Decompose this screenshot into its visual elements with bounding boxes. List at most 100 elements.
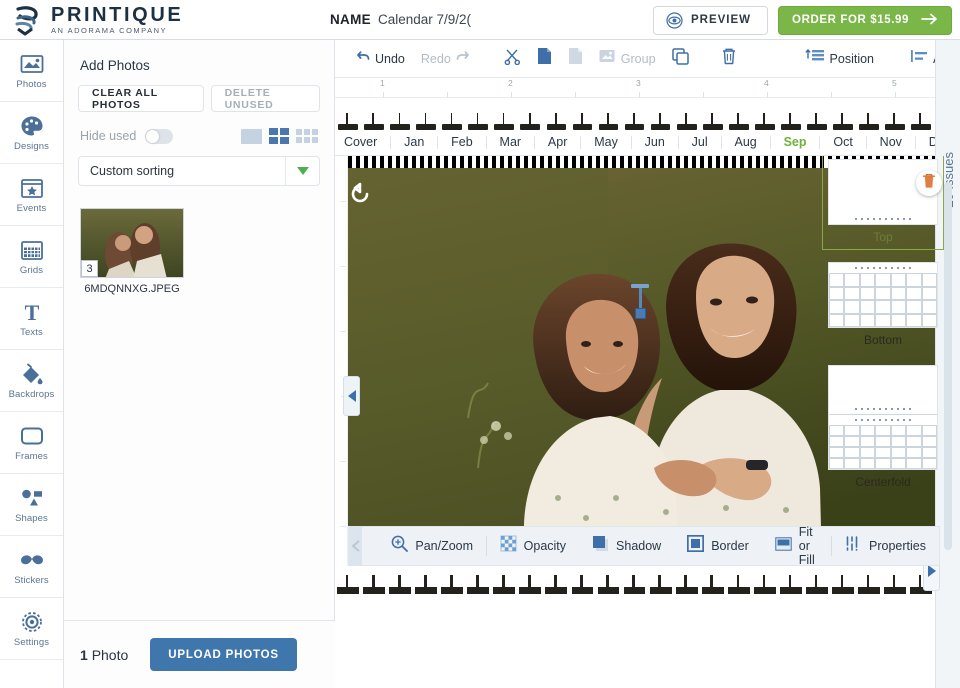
page-thumbnail[interactable] — [726, 98, 752, 130]
filmstrip-page[interactable] — [778, 566, 804, 608]
undo-button[interactable]: Undo — [347, 46, 412, 72]
page-thumbnail[interactable] — [674, 98, 700, 130]
page-thumbnail[interactable] — [569, 98, 595, 130]
tab-feb[interactable]: Feb — [446, 135, 478, 149]
previous-page-button[interactable] — [343, 376, 360, 416]
photo-thumbnail-item[interactable]: 3 6MDQNNXG.JPEG — [80, 208, 184, 295]
delete-unused-button[interactable]: DELETE UNUSED — [211, 85, 320, 112]
page-thumbnail[interactable] — [752, 98, 778, 130]
opacity-button[interactable]: Opacity — [487, 535, 579, 557]
tab-mar[interactable]: Mar — [495, 135, 527, 149]
tab-sep[interactable]: Sep — [779, 135, 812, 149]
name-value[interactable]: Calendar 7/9/2( — [378, 12, 471, 27]
delete-button[interactable] — [714, 46, 744, 72]
order-button[interactable]: ORDER FOR $15.99 — [778, 6, 952, 35]
filmstrip-page[interactable] — [491, 566, 517, 608]
delete-layout-button[interactable] — [916, 170, 942, 196]
filmstrip-page[interactable] — [361, 566, 387, 608]
sidebar-item-grids[interactable]: Grids — [0, 226, 63, 288]
filmstrip-page[interactable] — [517, 566, 543, 608]
page-thumbnail[interactable] — [543, 98, 569, 130]
copy-button[interactable] — [530, 46, 559, 72]
caret-down-icon[interactable] — [285, 157, 319, 185]
filmstrip-page[interactable] — [674, 566, 700, 608]
sidebar-item-settings[interactable]: Settings — [0, 598, 63, 660]
sidebar-item-events[interactable]: Events — [0, 164, 63, 226]
page-thumbnail[interactable] — [622, 98, 648, 130]
filmstrip-page[interactable] — [465, 566, 491, 608]
preview-button[interactable]: PREVIEW — [653, 6, 768, 35]
filmstrip-page[interactable] — [804, 566, 830, 608]
sidebar-item-stickers[interactable]: Stickers — [0, 536, 63, 598]
page-thumbnail[interactable] — [361, 98, 387, 130]
filmstrip-page[interactable] — [569, 566, 595, 608]
collapse-handle-icon[interactable] — [349, 526, 362, 566]
page-thumbnail[interactable] — [595, 98, 621, 130]
tab-apr[interactable]: Apr — [543, 135, 572, 149]
shadow-button[interactable]: Shadow — [579, 535, 674, 557]
page-thumbnail[interactable] — [335, 98, 361, 130]
brand-logo[interactable]: PRINTIQUE AN ADORAMA COMPANY — [0, 4, 320, 36]
medium-grid-icon[interactable] — [269, 128, 289, 144]
filmstrip-page[interactable] — [413, 566, 439, 608]
filmstrip-page[interactable] — [335, 566, 361, 608]
properties-button[interactable]: Properties — [832, 536, 939, 556]
page-thumbnail[interactable] — [517, 98, 543, 130]
layout-option-bottom[interactable]: Bottom — [828, 262, 938, 347]
page-thumbnail[interactable] — [804, 98, 830, 130]
filmstrip-page[interactable] — [622, 566, 648, 608]
page-thumbnail[interactable] — [700, 98, 726, 130]
clear-all-photos-button[interactable]: CLEAR ALL PHOTOS — [78, 85, 204, 112]
rotate-icon[interactable] — [348, 182, 372, 206]
page-thumbnail[interactable] — [387, 98, 413, 130]
filmstrip-page[interactable] — [726, 566, 752, 608]
tab-aug[interactable]: Aug — [730, 135, 762, 149]
fit-or-fill-button[interactable]: Fit or Fill — [762, 525, 832, 567]
tab-nov[interactable]: Nov — [875, 135, 907, 149]
project-name-field[interactable]: NAME Calendar 7/9/2( — [330, 12, 471, 27]
sidebar-item-texts[interactable]: T Texts — [0, 288, 63, 350]
group-button[interactable]: Group — [592, 46, 663, 72]
filmstrip-page[interactable] — [752, 566, 778, 608]
paste-button[interactable] — [561, 46, 590, 72]
sort-select[interactable]: Custom sorting — [78, 156, 320, 186]
filmstrip-page[interactable] — [856, 566, 882, 608]
hide-used-toggle[interactable] — [145, 129, 173, 144]
tab-jun[interactable]: Jun — [640, 135, 670, 149]
filmstrip-page[interactable] — [700, 566, 726, 608]
filmstrip-page[interactable] — [882, 566, 908, 608]
page-thumbnail[interactable] — [648, 98, 674, 130]
filmstrip-page[interactable] — [648, 566, 674, 608]
sidebar-item-photos[interactable]: Photos — [0, 40, 63, 102]
sidebar-item-shapes[interactable]: Shapes — [0, 474, 63, 536]
duplicate-button[interactable] — [665, 46, 696, 72]
page-thumbnail[interactable] — [439, 98, 465, 130]
position-button[interactable]: Position — [798, 46, 881, 72]
filmstrip-page[interactable] — [595, 566, 621, 608]
sidebar-item-designs[interactable]: Designs — [0, 102, 63, 164]
page-thumbnail[interactable] — [856, 98, 882, 130]
tab-cover[interactable]: Cover — [339, 135, 382, 149]
filmstrip-page[interactable] — [543, 566, 569, 608]
filmstrip-page[interactable] — [439, 566, 465, 608]
tab-may[interactable]: May — [589, 135, 623, 149]
redo-button[interactable]: Redo — [414, 46, 479, 72]
filmstrip-page[interactable] — [387, 566, 413, 608]
list-view-icon[interactable] — [241, 129, 262, 144]
cut-button[interactable] — [497, 46, 528, 72]
photo-thumbnail-image[interactable]: 3 — [80, 208, 184, 278]
page-thumbnail[interactable] — [778, 98, 804, 130]
page-thumbnail[interactable] — [491, 98, 517, 130]
border-button[interactable]: Border — [674, 535, 762, 557]
page-thumbnail[interactable] — [413, 98, 439, 130]
page-thumbnail[interactable] — [908, 98, 934, 130]
canvas-vertical-scrollbar[interactable] — [944, 182, 952, 550]
tab-jul[interactable]: Jul — [687, 135, 713, 149]
upload-photos-button[interactable]: UPLOAD PHOTOS — [150, 638, 297, 671]
layout-option-centerfold[interactable]: Centerfold — [828, 365, 938, 489]
page-thumbnail[interactable] — [465, 98, 491, 130]
page-thumbnail[interactable] — [830, 98, 856, 130]
tab-jan[interactable]: Jan — [399, 135, 429, 149]
pan-zoom-button[interactable]: Pan/Zoom — [378, 535, 486, 557]
tab-oct[interactable]: Oct — [828, 135, 857, 149]
